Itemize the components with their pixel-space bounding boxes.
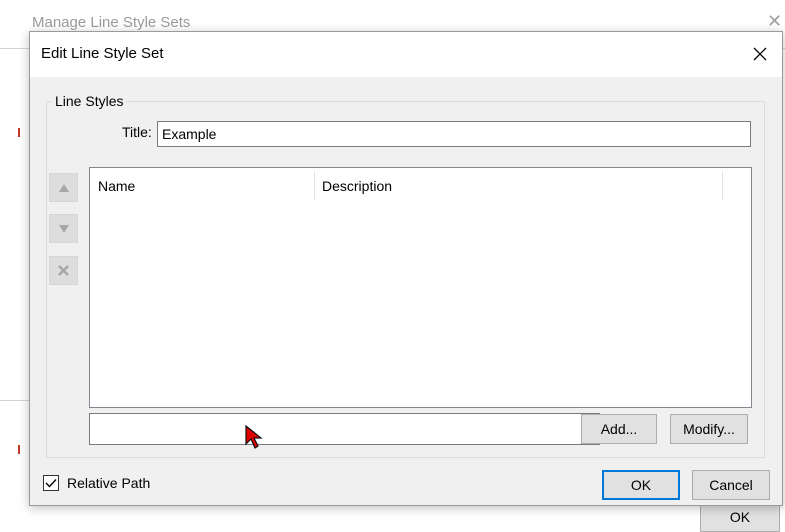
checkmark-icon (45, 479, 57, 488)
dialog-title: Edit Line Style Set (41, 45, 164, 62)
column-header-description[interactable]: Description (322, 178, 392, 194)
relative-path-label: Relative Path (67, 475, 151, 491)
line-styles-group-label: Line Styles (52, 93, 127, 109)
dialog-titlebar: Edit Line Style Set (30, 32, 782, 77)
screen: Manage Line Style Sets ✕ OK Edit Line St… (0, 0, 785, 532)
column-separator[interactable] (722, 171, 723, 201)
modify-button[interactable]: Modify... (670, 414, 748, 444)
move-down-button[interactable] (49, 214, 78, 243)
edit-line-style-set-dialog: Edit Line Style Set Line Styles Title: E… (29, 31, 783, 506)
x-icon (58, 265, 69, 276)
background-window-title: Manage Line Style Sets (32, 14, 191, 31)
checkbox-box[interactable] (43, 475, 59, 491)
add-button[interactable]: Add... (581, 414, 657, 444)
ok-button[interactable]: OK (602, 470, 680, 500)
divider (0, 48, 29, 49)
triangle-down-icon (58, 224, 69, 233)
triangle-up-icon (58, 183, 69, 192)
decorative-mark (18, 128, 20, 137)
list-header: Name Description (90, 168, 751, 204)
background-close-icon[interactable]: ✕ (767, 12, 782, 30)
divider (0, 400, 29, 401)
column-separator[interactable] (314, 171, 315, 201)
decorative-mark (18, 445, 20, 454)
mouse-cursor-icon (245, 424, 263, 449)
line-styles-list[interactable]: Name Description (89, 167, 752, 408)
close-icon (753, 47, 767, 61)
title-field-label: Title: (122, 124, 152, 140)
title-input[interactable] (157, 121, 751, 147)
close-button[interactable] (743, 38, 777, 70)
background-ok-button[interactable]: OK (700, 502, 780, 532)
cancel-button[interactable]: Cancel (692, 470, 770, 500)
line-style-path-input[interactable] (89, 413, 600, 445)
move-up-button[interactable] (49, 173, 78, 202)
relative-path-checkbox[interactable]: Relative Path (43, 473, 150, 493)
delete-button[interactable] (49, 256, 78, 285)
column-header-name[interactable]: Name (98, 178, 135, 194)
